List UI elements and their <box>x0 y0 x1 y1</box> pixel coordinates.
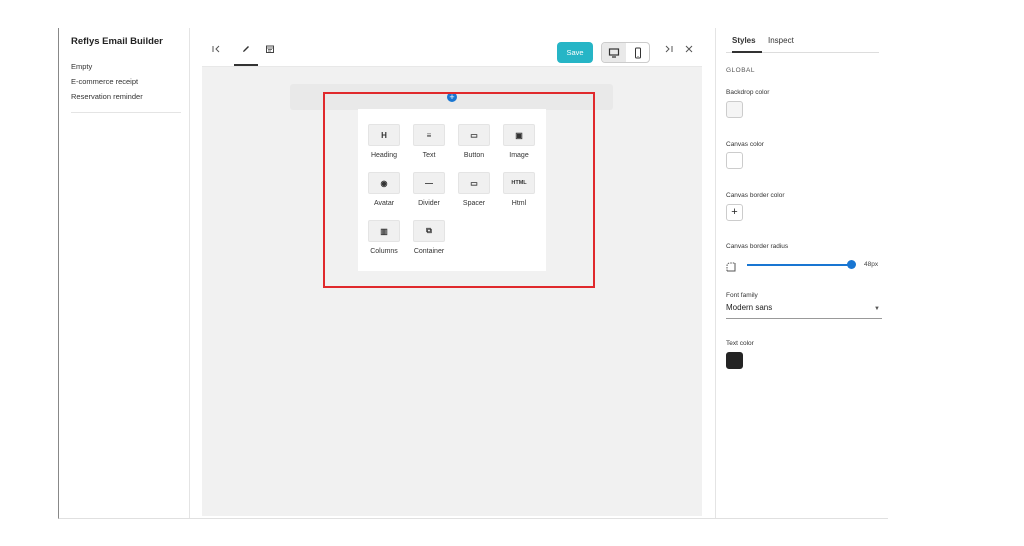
block-container[interactable]: ⧉ Container <box>408 220 450 255</box>
block-divider[interactable]: — Divider <box>408 172 450 207</box>
close-icon[interactable] <box>681 44 697 57</box>
block-heading[interactable]: H Heading <box>363 124 405 159</box>
block-label: Avatar <box>373 200 395 207</box>
heading-icon: H <box>368 124 400 146</box>
font-family-value: Modern sans <box>726 303 773 312</box>
editor-main: Save + H Heading ≡ Text ▭ Button ▣ Image… <box>202 28 702 518</box>
block-label: Spacer <box>462 200 486 207</box>
image-icon: ▣ <box>503 124 535 146</box>
text-color-label: Text color <box>726 340 754 347</box>
block-label: Text <box>422 152 436 159</box>
block-columns[interactable]: ▥ Columns <box>363 220 405 255</box>
save-button[interactable]: Save <box>557 42 593 63</box>
sidebar-divider <box>71 112 181 113</box>
rounded-corner-icon <box>726 259 736 277</box>
button-icon: ▭ <box>458 124 490 146</box>
radius-slider-thumb[interactable] <box>847 260 857 269</box>
block-button[interactable]: ▭ Button <box>453 124 495 159</box>
radius-value: 48px <box>864 261 879 268</box>
canvas-border-color-label: Canvas border color <box>726 192 785 199</box>
panel-tabs: Styles Inspect <box>726 28 879 53</box>
block-label: Container <box>413 248 445 255</box>
pencil-icon[interactable] <box>238 44 254 57</box>
block-image[interactable]: ▣ Image <box>498 124 540 159</box>
desktop-icon <box>608 48 620 58</box>
block-spacer[interactable]: ▭ Spacer <box>453 172 495 207</box>
text-color-swatch[interactable] <box>726 352 743 369</box>
screen: Reflys Email Builder Empty E-commerce re… <box>0 0 1024 546</box>
block-text[interactable]: ≡ Text <box>408 124 450 159</box>
divider-icon: — <box>413 172 445 194</box>
canvas-color-label: Canvas color <box>726 141 764 148</box>
spacer-icon: ▭ <box>458 172 490 194</box>
html-icon: HTML <box>503 172 535 194</box>
block-label: Columns <box>370 248 398 255</box>
last-page-icon[interactable] <box>661 44 677 57</box>
styles-panel: Styles Inspect GLOBAL Backdrop color Can… <box>715 28 889 518</box>
canvas-color-swatch[interactable] <box>726 152 743 169</box>
block-label: Html <box>511 200 527 207</box>
samples-sidebar: Reflys Email Builder Empty E-commerce re… <box>59 28 190 518</box>
avatar-icon: ◉ <box>368 172 400 194</box>
sidebar-item-empty[interactable]: Empty <box>71 59 177 74</box>
block-label: Heading <box>370 152 398 159</box>
mobile-view-button[interactable] <box>626 43 649 62</box>
block-label: Button <box>463 152 485 159</box>
add-border-color-button[interactable]: + <box>726 204 743 221</box>
active-tab-indicator <box>732 51 762 53</box>
tab-inspect[interactable]: Inspect <box>768 36 794 45</box>
columns-icon: ▥ <box>368 220 400 242</box>
text-icon: ≡ <box>413 124 445 146</box>
section-title: GLOBAL <box>726 67 756 74</box>
app-title: Reflys Email Builder <box>71 36 163 47</box>
container-icon: ⧉ <box>413 220 445 242</box>
dropdown-caret-icon: ▼ <box>874 306 880 312</box>
desktop-view-button[interactable] <box>602 43 626 62</box>
sidebar-item-reservation-reminder[interactable]: Reservation reminder <box>71 89 177 104</box>
sidebar-item-ecommerce-receipt[interactable]: E-commerce receipt <box>71 74 177 89</box>
canvas-border-radius-label: Canvas border radius <box>726 243 789 250</box>
first-page-icon[interactable] <box>208 44 224 57</box>
editor-toolbar: Save <box>202 38 702 66</box>
email-canvas: + H Heading ≡ Text ▭ Button ▣ Image ◉ Av… <box>202 66 702 516</box>
calendar-preview-icon[interactable] <box>262 44 278 57</box>
block-label: Image <box>509 152 529 159</box>
radius-slider-track[interactable] <box>747 264 854 266</box>
email-builder-app: Reflys Email Builder Empty E-commerce re… <box>58 28 888 519</box>
block-picker-menu: H Heading ≡ Text ▭ Button ▣ Image ◉ Avat… <box>358 109 546 271</box>
backdrop-color-label: Backdrop color <box>726 89 770 96</box>
tab-styles[interactable]: Styles <box>732 36 756 45</box>
backdrop-color-swatch[interactable] <box>726 101 743 118</box>
mobile-icon <box>635 47 641 59</box>
font-family-label: Font family <box>726 292 758 299</box>
font-family-select[interactable]: Modern sans ▼ <box>726 303 882 319</box>
block-html[interactable]: HTML Html <box>498 172 540 207</box>
block-avatar[interactable]: ◉ Avatar <box>363 172 405 207</box>
block-label: Divider <box>418 200 440 207</box>
device-toggle <box>601 42 650 63</box>
